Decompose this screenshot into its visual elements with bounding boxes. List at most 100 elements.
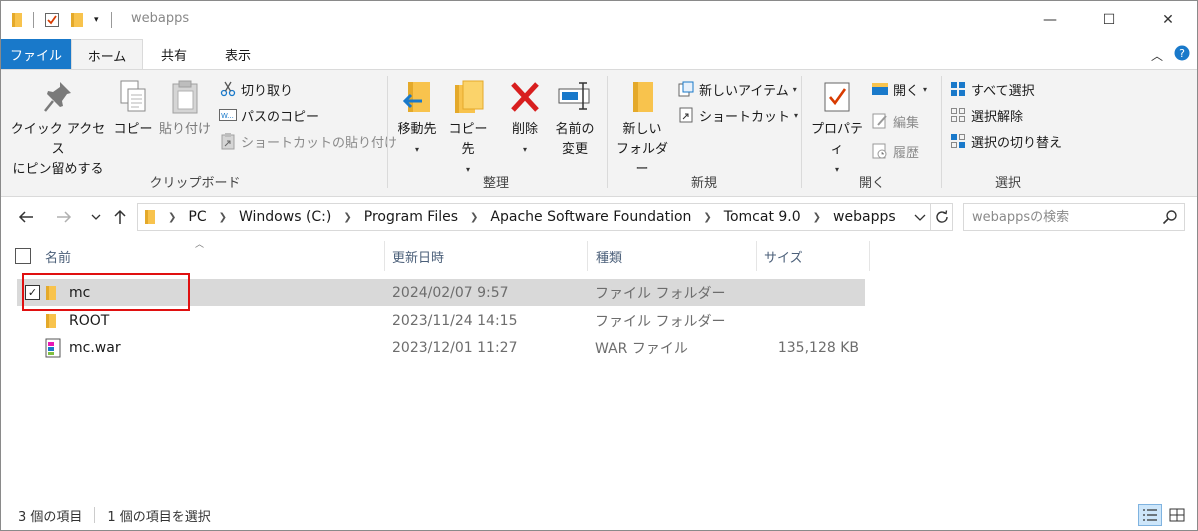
chevron-right-icon[interactable]: ❯ xyxy=(813,212,821,223)
table-row[interactable]: ROOT 2023/11/24 14:15 ファイル フォルダー xyxy=(17,307,865,334)
copy-to-button[interactable]: コピー先 ▾ xyxy=(443,74,493,180)
select-all-icon xyxy=(949,80,967,98)
breadcrumb-tomcat[interactable]: Tomcat 9.0 xyxy=(724,209,801,225)
new-folder-button[interactable]: 新しい フォルダー xyxy=(611,74,673,180)
highlight-box xyxy=(22,273,190,311)
edit-button[interactable]: 編集 xyxy=(871,110,919,132)
ribbon-tabs: ファイル ホーム 共有 表示 ︿ ? xyxy=(1,39,1197,70)
breadcrumb-program-files[interactable]: Program Files xyxy=(364,209,458,225)
easy-access-button[interactable]: ショートカット ▾ xyxy=(677,104,798,126)
up-button[interactable] xyxy=(109,206,131,228)
move-to-button[interactable]: 移動先 ▾ xyxy=(393,74,441,160)
tab-file[interactable]: ファイル xyxy=(1,39,71,69)
column-header-type[interactable]: 種類 xyxy=(596,241,622,271)
customize-qat-icon[interactable]: ▾ xyxy=(94,15,99,25)
minimize-button[interactable]: — xyxy=(1027,1,1073,39)
title-bar: ▾ webapps — ☐ ✕ xyxy=(1,1,1197,39)
rename-icon xyxy=(555,74,595,120)
address-bar[interactable]: ❯ PC ❯ Windows (C:) ❯ Program Files ❯ Ap… xyxy=(137,203,953,231)
column-divider[interactable] xyxy=(869,241,870,271)
properties-label: プロパティ xyxy=(810,122,863,157)
details-view-button[interactable] xyxy=(1138,504,1162,526)
chevron-down-icon[interactable] xyxy=(914,210,926,226)
svg-text:W...: W... xyxy=(221,112,234,120)
group-divider xyxy=(941,76,942,188)
select-none-button[interactable]: 選択解除 xyxy=(949,104,1023,126)
back-button[interactable] xyxy=(15,206,37,228)
select-all-checkbox[interactable] xyxy=(15,241,31,271)
paste-shortcut-label: ショートカットの貼り付け xyxy=(241,135,398,151)
chevron-right-icon[interactable]: ❯ xyxy=(343,212,351,223)
svg-text:?: ? xyxy=(1179,47,1185,60)
copy-icon xyxy=(113,74,153,120)
chevron-right-icon[interactable]: ❯ xyxy=(168,212,176,223)
select-all-button[interactable]: すべて選択 xyxy=(949,78,1035,100)
pin-label-line2: にピン留めする xyxy=(12,162,104,177)
file-type: WAR ファイル xyxy=(595,340,688,357)
chevron-right-icon[interactable]: ❯ xyxy=(703,212,711,223)
help-icon[interactable]: ? xyxy=(1174,45,1190,64)
select-none-icon xyxy=(949,106,967,124)
chevron-right-icon[interactable]: ❯ xyxy=(470,212,478,223)
copy-to-icon xyxy=(448,74,488,120)
chevron-right-icon[interactable]: ❯ xyxy=(219,212,227,223)
new-folder-icon[interactable] xyxy=(70,12,84,28)
breadcrumb-webapps[interactable]: webapps xyxy=(833,209,896,225)
sort-ascending-icon: ︿ xyxy=(195,240,205,250)
move-to-icon xyxy=(397,74,437,120)
tab-share[interactable]: 共有 xyxy=(149,39,199,69)
copy-path-icon: W... xyxy=(219,106,237,124)
invert-selection-button[interactable]: 選択の切り替え xyxy=(949,130,1062,152)
close-button[interactable]: ✕ xyxy=(1145,1,1191,39)
column-header-name[interactable]: 名前 xyxy=(45,241,71,271)
breadcrumb-windows-c[interactable]: Windows (C:) xyxy=(239,209,331,225)
column-divider[interactable] xyxy=(384,241,385,271)
table-row[interactable]: mc.war 2023/12/01 11:27 WAR ファイル 135,128… xyxy=(17,334,865,361)
maximize-button[interactable]: ☐ xyxy=(1086,1,1132,39)
new-item-label: 新しいアイテム xyxy=(699,83,789,99)
large-icons-view-icon xyxy=(1169,508,1185,522)
group-divider xyxy=(387,76,388,188)
dropdown-icon: ▾ xyxy=(792,84,797,94)
column-header-size[interactable]: サイズ xyxy=(764,241,803,271)
breadcrumb-pc[interactable]: PC xyxy=(188,209,206,225)
copy-path-button[interactable]: W... パスのコピー xyxy=(219,104,319,126)
open-group-label: 開く xyxy=(858,176,885,191)
copy-button[interactable]: コピー xyxy=(113,74,153,140)
properties-icon[interactable] xyxy=(44,12,60,28)
tab-view[interactable]: 表示 xyxy=(213,39,263,69)
open-button[interactable]: 開く ▾ xyxy=(871,78,927,100)
breadcrumb-apache[interactable]: Apache Software Foundation xyxy=(490,209,691,225)
delete-label: 削除 xyxy=(511,122,538,137)
shortcut-label: ショートカット xyxy=(699,109,791,125)
tab-home[interactable]: ホーム xyxy=(71,39,143,70)
paste-button[interactable]: 貼り付け xyxy=(157,74,213,140)
folder-icon xyxy=(45,307,57,334)
column-header-date[interactable]: 更新日時 xyxy=(392,241,444,271)
forward-button[interactable] xyxy=(53,206,75,228)
properties-button[interactable]: プロパティ ▾ xyxy=(807,74,867,180)
large-icons-view-button[interactable] xyxy=(1165,504,1189,526)
history-button[interactable]: 履歴 xyxy=(871,140,919,162)
refresh-icon[interactable] xyxy=(934,209,950,229)
delete-button[interactable]: 削除 ▾ xyxy=(505,74,545,160)
history-label: 履歴 xyxy=(893,145,920,161)
selected-count: 1 個の項目を選択 xyxy=(107,509,211,525)
quick-access-toolbar: ▾ xyxy=(11,11,112,29)
new-item-button[interactable]: 新しいアイテム ▾ xyxy=(677,78,797,100)
pin-icon xyxy=(38,74,78,120)
pin-to-quick-access-button[interactable]: クイック アクセス にピン留めする xyxy=(9,74,107,180)
details-view-icon xyxy=(1143,509,1157,521)
search-input[interactable] xyxy=(972,205,1162,229)
rename-button[interactable]: 名前の 変更 xyxy=(553,74,597,160)
folder-icon xyxy=(11,12,23,28)
cut-button[interactable]: 切り取り xyxy=(219,78,293,100)
paste-shortcut-button[interactable]: ショートカットの貼り付け xyxy=(219,130,397,152)
war-file-icon xyxy=(45,334,61,361)
column-divider[interactable] xyxy=(587,241,588,271)
recent-locations-button[interactable] xyxy=(85,206,107,228)
divider xyxy=(110,12,112,28)
search-icon[interactable] xyxy=(1162,209,1178,225)
collapse-ribbon-icon[interactable]: ︿ xyxy=(1151,47,1163,64)
column-divider[interactable] xyxy=(756,241,757,271)
